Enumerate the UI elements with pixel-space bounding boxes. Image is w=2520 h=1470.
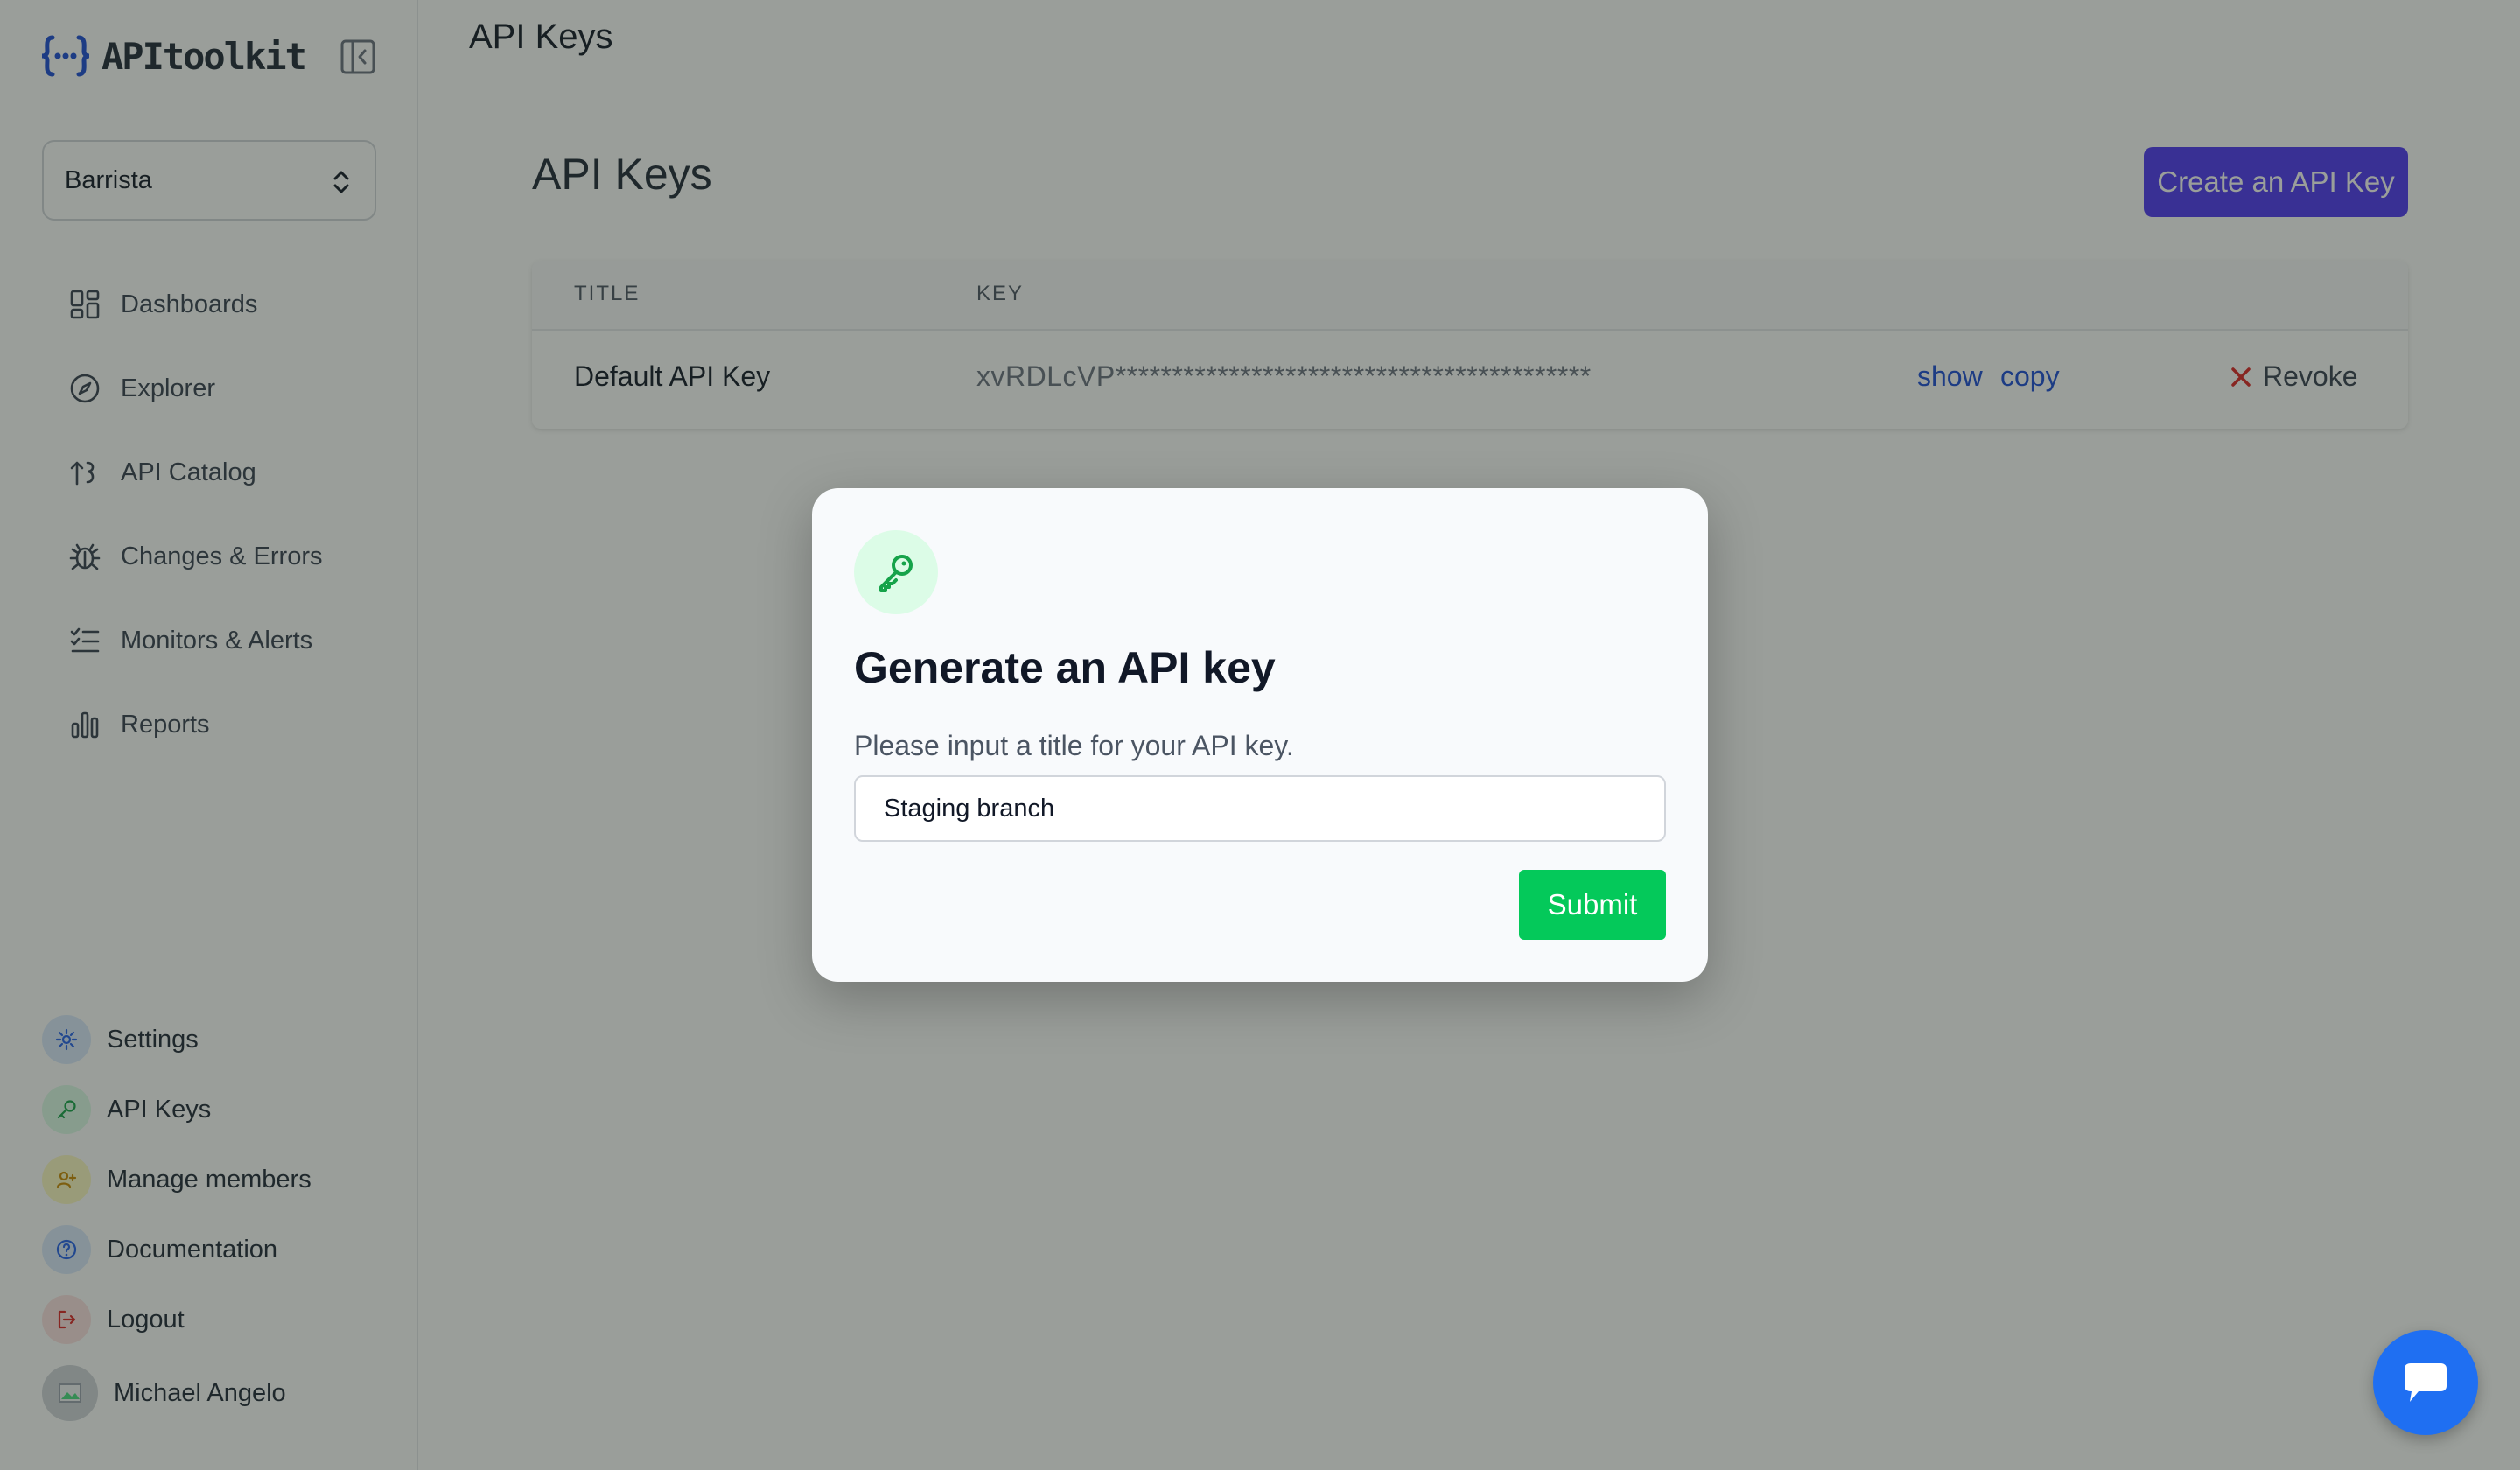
- modal-description: Please input a title for your API key.: [854, 730, 1294, 761]
- modal-title: Generate an API key: [854, 643, 1276, 692]
- key-icon: [879, 555, 913, 592]
- chat-support-button[interactable]: [2373, 1330, 2478, 1435]
- submit-button[interactable]: Submit: [1519, 870, 1666, 940]
- chat-icon: [2404, 1363, 2446, 1402]
- api-key-title-input[interactable]: [854, 775, 1666, 842]
- modal-icon-badge: [854, 530, 938, 614]
- generate-api-key-dialog: Generate an API key Please input a title…: [812, 488, 1708, 982]
